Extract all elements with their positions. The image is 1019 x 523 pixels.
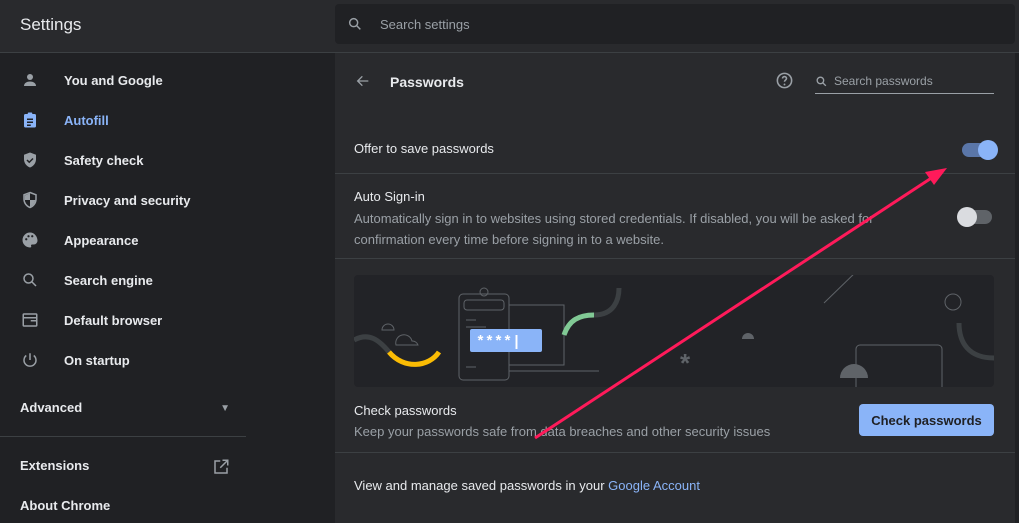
search-placeholder: Search settings bbox=[380, 17, 470, 32]
check-passwords-button[interactable]: Check passwords bbox=[859, 404, 994, 436]
auto-signin-row: Auto Sign-in Automatically sign in to we… bbox=[354, 189, 994, 250]
offer-to-save-row: Offer to save passwords bbox=[354, 141, 994, 156]
sidebar-item-label: Search engine bbox=[64, 272, 153, 288]
auto-signin-toggle[interactable] bbox=[957, 207, 992, 227]
divider bbox=[335, 173, 1015, 174]
sidebar-item-on-startup[interactable]: On startup bbox=[0, 340, 246, 380]
app-title: Settings bbox=[20, 15, 82, 34]
sidebar-item-label: Autofill bbox=[64, 112, 109, 128]
sidebar-item-label: Safety check bbox=[64, 152, 144, 168]
person-icon bbox=[0, 71, 64, 89]
masked-password-text: ****| bbox=[476, 334, 521, 351]
sidebar-item-about-chrome[interactable]: About Chrome bbox=[20, 498, 110, 513]
password-illustration: ****| * bbox=[354, 275, 994, 387]
browser-icon bbox=[0, 311, 64, 329]
divider bbox=[335, 258, 1015, 259]
sidebar-item-you-and-google[interactable]: You and Google bbox=[0, 60, 246, 100]
palette-icon bbox=[0, 231, 64, 249]
passwords-card: Passwords Search passwords Offer to save… bbox=[335, 53, 1015, 523]
search-icon bbox=[816, 76, 827, 87]
sidebar-item-label: On startup bbox=[64, 352, 130, 368]
page-title: Passwords bbox=[390, 74, 464, 90]
search-settings-input[interactable]: Search settings bbox=[335, 4, 1015, 44]
sidebar-item-search-engine[interactable]: Search engine bbox=[0, 260, 246, 300]
sidebar-item-label: Default browser bbox=[64, 312, 163, 328]
sidebar-advanced[interactable]: Advanced ▼ bbox=[20, 400, 230, 415]
back-arrow-icon[interactable] bbox=[355, 73, 371, 89]
sidebar-item-appearance[interactable]: Appearance bbox=[0, 220, 246, 260]
manage-passwords-row: View and manage saved passwords in your … bbox=[354, 478, 994, 493]
sidebar-item-safety-check[interactable]: Safety check bbox=[0, 140, 246, 180]
divider bbox=[335, 452, 1015, 453]
shield-half-icon bbox=[0, 191, 64, 209]
search-icon bbox=[0, 271, 64, 289]
sidebar-item-privacy[interactable]: Privacy and security bbox=[0, 180, 246, 220]
sidebar-item-autofill[interactable]: Autofill bbox=[0, 100, 246, 140]
extensions-label: Extensions bbox=[20, 458, 90, 473]
advanced-label: Advanced bbox=[20, 400, 83, 415]
help-icon[interactable] bbox=[775, 71, 794, 90]
search-passwords-placeholder: Search passwords bbox=[834, 74, 933, 88]
google-account-link[interactable]: Google Account bbox=[608, 478, 700, 493]
external-link-icon bbox=[214, 459, 229, 474]
offer-label: Offer to save passwords bbox=[354, 141, 494, 156]
check-passwords-description: Keep your passwords safe from data breac… bbox=[354, 424, 771, 439]
sidebar-item-extensions[interactable]: Extensions bbox=[20, 458, 230, 476]
sidebar-item-label: Appearance bbox=[64, 232, 139, 248]
sidebar-item-default-browser[interactable]: Default browser bbox=[0, 300, 246, 340]
search-passwords-input[interactable]: Search passwords bbox=[815, 69, 994, 94]
caret-down-icon: ▼ bbox=[220, 403, 230, 414]
shield-check-icon bbox=[0, 151, 64, 169]
top-bar: Settings Search settings bbox=[0, 0, 1019, 53]
illustration-graphic: ****| * bbox=[354, 275, 994, 387]
clipboard-icon bbox=[0, 111, 64, 129]
search-icon bbox=[348, 17, 361, 30]
svg-text:*: * bbox=[680, 348, 691, 378]
sidebar-item-label: You and Google bbox=[64, 72, 163, 88]
sidebar-divider bbox=[0, 436, 246, 437]
power-icon bbox=[0, 351, 64, 369]
sidebar: You and Google Autofill Safety check Pri… bbox=[0, 60, 246, 380]
offer-to-save-toggle[interactable] bbox=[962, 140, 998, 160]
manage-text: View and manage saved passwords in your bbox=[354, 478, 609, 493]
auto-signin-description: Automatically sign in to websites using … bbox=[354, 211, 874, 247]
sidebar-item-label: Privacy and security bbox=[64, 192, 191, 208]
auto-signin-label: Auto Sign-in bbox=[354, 189, 425, 204]
passwords-header: Passwords Search passwords bbox=[335, 61, 1015, 101]
